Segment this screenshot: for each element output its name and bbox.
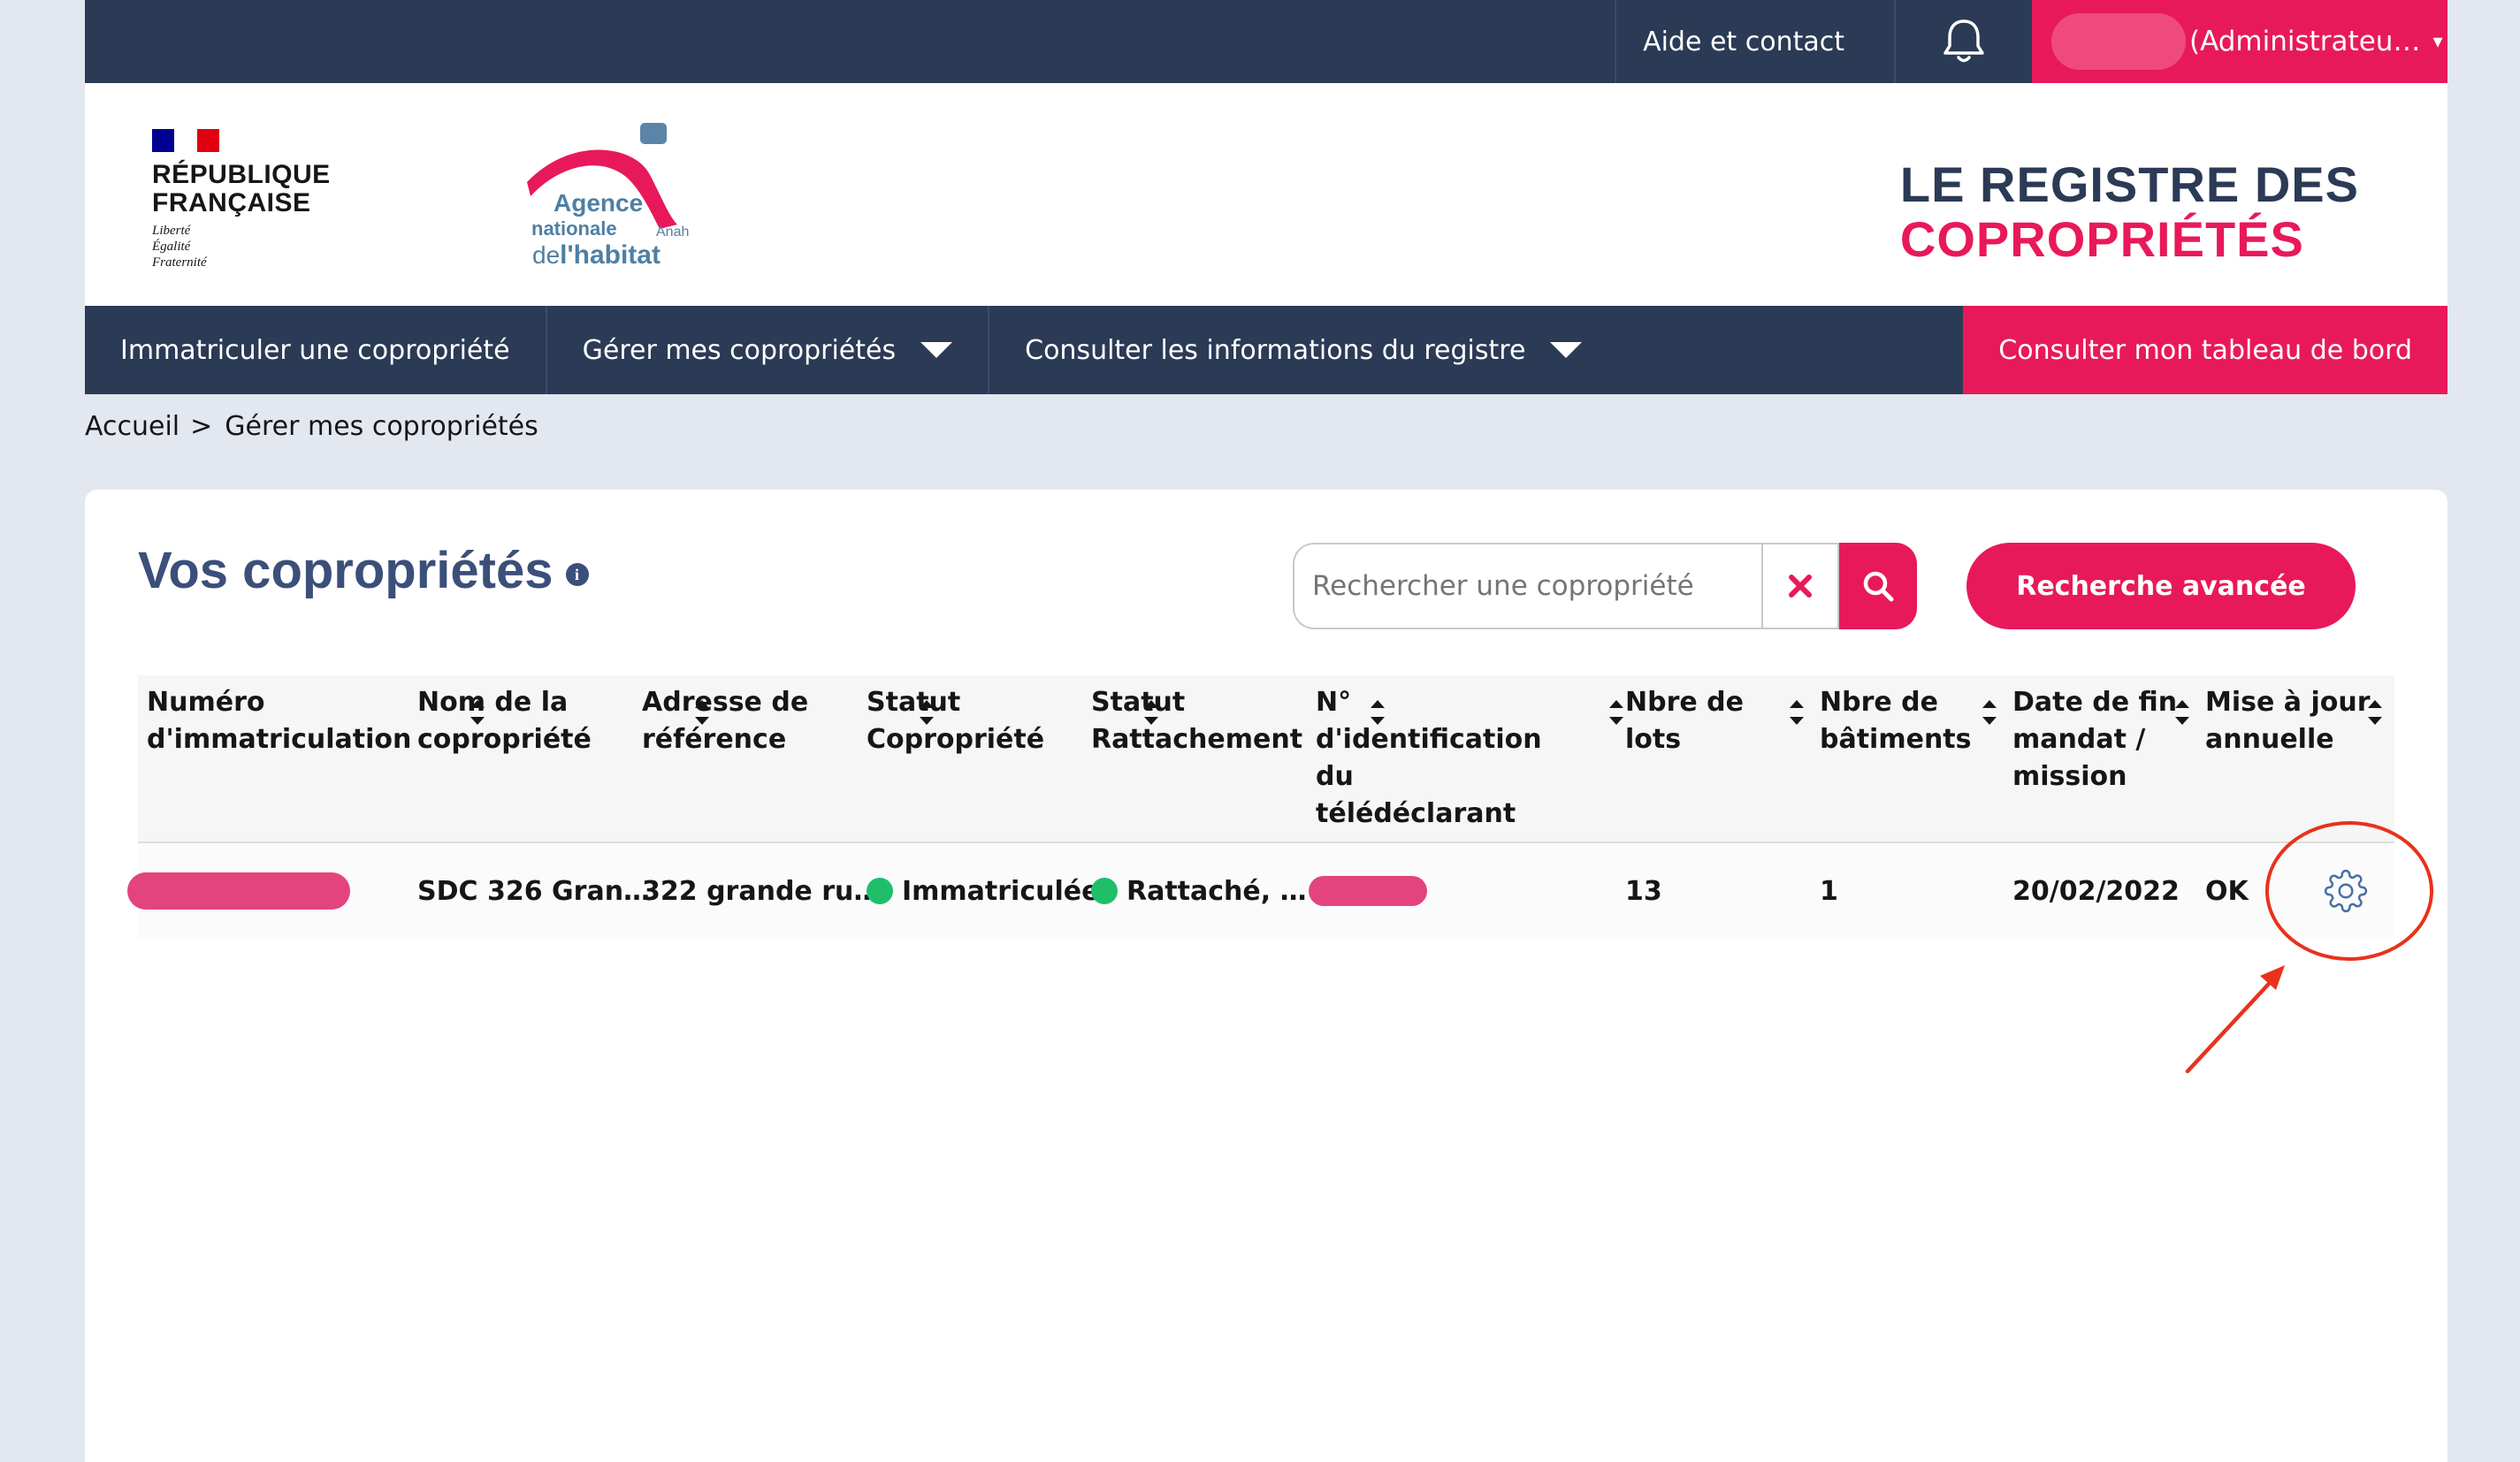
breadcrumb-current: Gérer mes copropriétés [225, 410, 538, 442]
col-lots[interactable]: Nbre de lots [1625, 684, 1744, 758]
coproprietes-panel: Vos copropriétési Recherche avancée Numé… [85, 490, 2447, 1462]
breadcrumb: Accueil > Gérer mes copropriétés [85, 394, 2447, 458]
clear-search-button[interactable] [1761, 543, 1839, 629]
status-dot-icon [1091, 878, 1118, 904]
site-header: RÉPUBLIQUE FRANÇAISE Liberté Égalité Fra… [85, 83, 2447, 306]
breadcrumb-separator: > [190, 410, 213, 442]
user-menu[interactable]: (Administrateu… ▾ [2032, 0, 2447, 83]
dashboard-button[interactable]: Consulter mon tableau de bord [1963, 306, 2447, 394]
user-role-label: (Administrateu… [2189, 26, 2421, 57]
cell-teledeclarant [1309, 843, 1427, 939]
cell-nom[interactable]: SDC 326 Gran… [417, 843, 650, 939]
app-shell: Aide et contact (Administrateu… ▾ RÉPUBL… [85, 0, 2447, 1462]
table-row[interactable]: SDC 326 Gran… 322 grande ru… Immatriculé… [127, 843, 2394, 939]
rf-name: RÉPUBLIQUE FRANÇAISE [152, 160, 331, 217]
chevron-down-icon [920, 342, 953, 358]
search-input[interactable] [1293, 543, 1761, 629]
annotation-circle [2265, 821, 2433, 961]
nav-immatriculer[interactable]: Immatriculer une copropriété [85, 306, 547, 394]
col-statut-copro[interactable]: Statut Copropriété [867, 684, 1044, 758]
nav-consulter-registre-menu[interactable]: Consulter les informations du registre [989, 306, 1617, 394]
search-icon [1863, 571, 1894, 602]
search-bar [1293, 543, 1917, 629]
help-contact-link[interactable]: Aide et contact [1615, 0, 1894, 83]
col-numero[interactable]: Numéro d'immatriculation [147, 684, 411, 758]
main-nav: Immatriculer une copropriété Gérer mes c… [85, 306, 2447, 394]
sort-icon[interactable] [2368, 700, 2382, 727]
sort-icon[interactable] [1609, 700, 1623, 727]
breadcrumb-home-link[interactable]: Accueil [85, 411, 179, 442]
cell-adresse: 322 grande ru… [642, 875, 881, 907]
close-icon [1789, 575, 1812, 598]
col-nom[interactable]: Nom de la copropriété [417, 684, 592, 758]
notifications-button[interactable] [1894, 0, 2032, 83]
col-batiments[interactable]: Nbre de bâtiments [1820, 684, 1972, 758]
col-mise-a-jour[interactable]: Mise à jour annuelle [2205, 684, 2371, 758]
redacted-teledeclarant [1309, 876, 1427, 906]
sort-icon[interactable] [1790, 700, 1804, 727]
cell-batiments: 1 [1820, 875, 1838, 907]
table-header: Numéro d'immatriculation Nom de la copropr… [138, 675, 2394, 843]
cell-lots: 13 [1625, 875, 1662, 907]
anah-logo: Agence nationale Anah del'habitat [439, 118, 704, 286]
registre-logo: LE REGISTRE DES COPROPRIÉTÉS [1899, 156, 2359, 267]
cell-mise-a-jour: OK [2205, 875, 2249, 907]
col-date-fin[interactable]: Date de fin mandat / mission [2012, 684, 2177, 796]
sort-icon[interactable] [2175, 700, 2189, 727]
top-bar: Aide et contact (Administrateu… ▾ [85, 0, 2447, 83]
info-icon[interactable]: i [565, 562, 589, 586]
french-flag-icon [152, 129, 219, 152]
cell-numero [127, 843, 350, 939]
cell-statut-rattachement: Rattaché, … [1091, 843, 1307, 939]
chevron-down-icon: ▾ [2432, 30, 2443, 53]
advanced-search-button[interactable]: Recherche avancée [1966, 543, 2356, 629]
page-title: Vos copropriétés i [138, 541, 589, 600]
chevron-down-icon [1550, 342, 1583, 358]
col-statut-rattachement[interactable]: Statut Rattachement [1091, 684, 1302, 758]
col-teledeclarant[interactable]: N° d'identification du télédéclarant [1316, 684, 1542, 833]
rf-motto: Liberté Égalité Fraternité [152, 224, 207, 270]
col-adresse[interactable]: Adresse de référence [642, 684, 808, 758]
annotation-arrow-icon [2185, 965, 2285, 1074]
nav-gerer-menu[interactable]: Gérer mes copropriétés [547, 306, 990, 394]
bell-icon [1943, 19, 1984, 63]
search-button[interactable] [1839, 543, 1917, 629]
cell-statut-copro: Immatriculée [867, 843, 1099, 939]
sort-icon[interactable] [1982, 700, 1997, 727]
redacted-username [2051, 13, 2186, 70]
status-dot-icon [867, 878, 893, 904]
redacted-numero [127, 872, 350, 910]
cell-date-fin: 20/02/2022 [2012, 875, 2180, 907]
republique-francaise-logo: RÉPUBLIQUE FRANÇAISE Liberté Égalité Fra… [152, 129, 331, 270]
